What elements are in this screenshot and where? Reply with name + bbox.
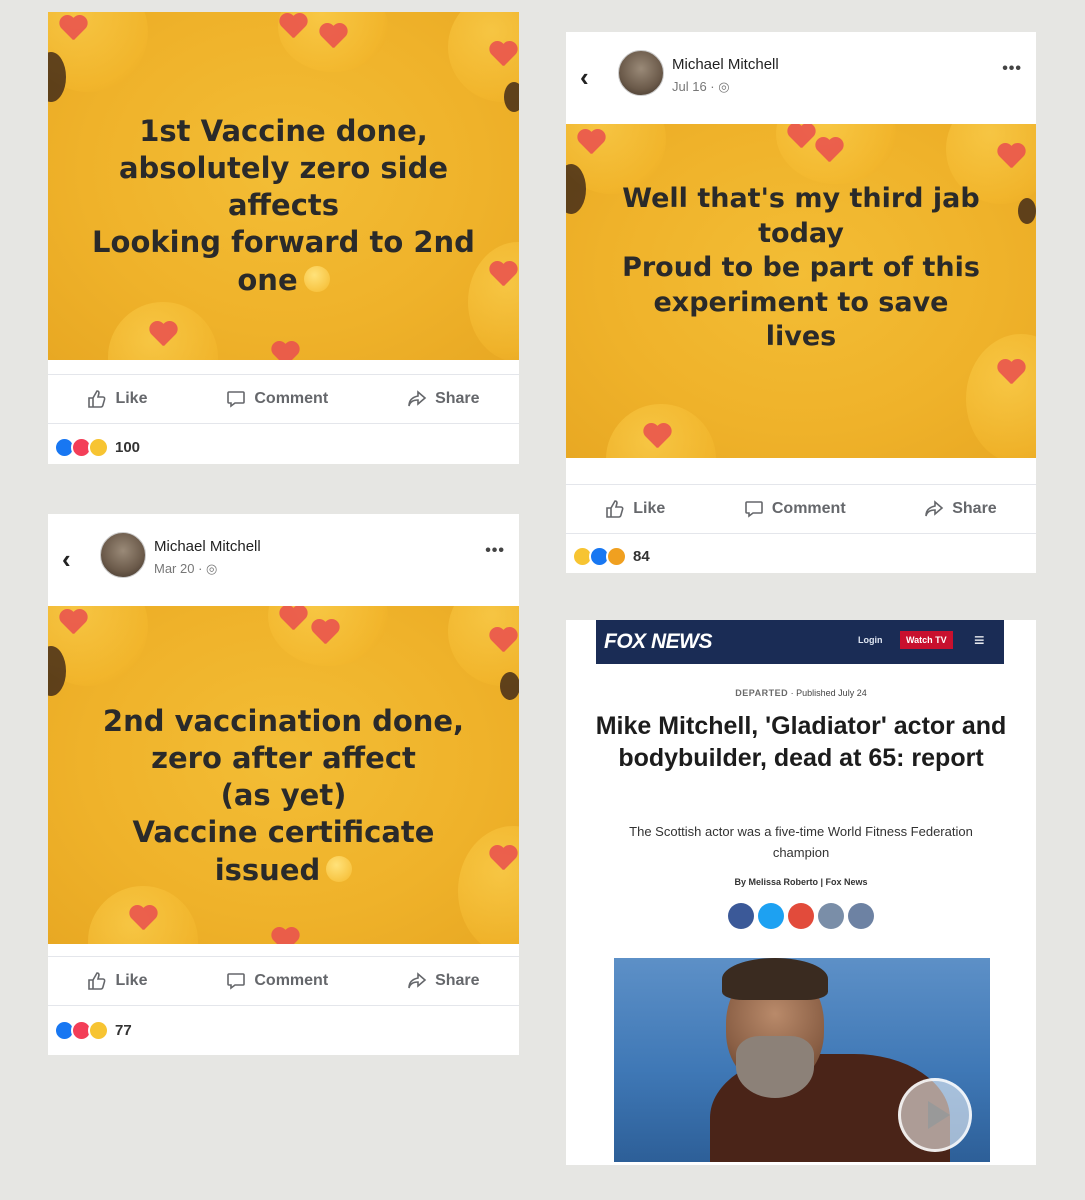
reaction-count: 84 xyxy=(633,548,650,565)
published-date: Published July 24 xyxy=(796,688,867,698)
heart-icon xyxy=(278,14,308,40)
share-button[interactable]: Share xyxy=(407,971,480,991)
wink-emoji-icon xyxy=(326,855,353,882)
post-image-1: 1st Vaccine done, absolutely zero side a… xyxy=(48,12,519,360)
like-button[interactable]: Like xyxy=(605,499,665,519)
post-date: Mar 20 · ◎ xyxy=(154,561,218,576)
twitter-share-icon[interactable] xyxy=(758,903,784,929)
comment-button[interactable]: Comment xyxy=(744,499,846,519)
heart-icon xyxy=(786,124,816,150)
heart-icon xyxy=(318,24,348,50)
comment-icon xyxy=(227,391,246,408)
heart-icon xyxy=(128,906,158,932)
post-text: Well that's my third jab today Proud to … xyxy=(622,183,980,353)
fox-news-logo[interactable]: FOX NEWS xyxy=(604,630,713,654)
heart-icon xyxy=(642,424,672,450)
comment-button[interactable]: Comment xyxy=(226,971,328,991)
post-actions: Like Comment Share xyxy=(48,374,519,424)
post-card-1: 1st Vaccine done, absolutely zero side a… xyxy=(48,12,519,464)
share-icon xyxy=(408,972,427,989)
thumbs-up-icon xyxy=(88,972,106,990)
heart-icon xyxy=(270,928,300,944)
thumbs-up-icon xyxy=(606,500,624,518)
reaction-count: 100 xyxy=(115,439,141,456)
heart-icon xyxy=(58,610,88,636)
heart-icon xyxy=(488,628,518,654)
back-icon[interactable]: ‹ xyxy=(62,544,71,575)
photo-figure xyxy=(736,1036,814,1098)
author-name[interactable]: Michael Mitchell xyxy=(672,56,779,73)
share-icon xyxy=(925,500,944,517)
reaction-summary[interactable]: 84 xyxy=(572,546,650,567)
article-photo[interactable] xyxy=(614,958,990,1162)
heart-icon xyxy=(996,360,1026,386)
more-options-icon[interactable]: ••• xyxy=(485,542,505,560)
reaction-summary[interactable]: 77 xyxy=(54,1020,132,1041)
article-byline: By Melissa Roberto | Fox News xyxy=(734,877,868,887)
article-meta: DEPARTED · Published July 24 xyxy=(735,688,867,698)
avatar[interactable] xyxy=(618,50,664,96)
heart-icon xyxy=(488,42,518,68)
play-video-icon[interactable] xyxy=(898,1078,972,1152)
author-name[interactable]: Michael Mitchell xyxy=(154,538,261,555)
flipboard-share-icon[interactable] xyxy=(788,903,814,929)
globe-icon: ◎ xyxy=(718,79,730,94)
thumbs-up-icon xyxy=(88,390,106,408)
article-headline: Mike Mitchell, 'Gladiator' actor and bod… xyxy=(595,712,1007,772)
share-button[interactable]: Share xyxy=(924,499,997,519)
reaction-count: 77 xyxy=(115,1022,132,1039)
back-icon[interactable]: ‹ xyxy=(580,62,589,93)
heart-icon xyxy=(814,138,844,164)
post-image-2: Well that's my third jab today Proud to … xyxy=(566,124,1036,458)
heart-icon xyxy=(310,620,340,646)
haha-reaction-icon xyxy=(606,546,627,567)
share-buttons xyxy=(566,903,1036,929)
post-header: ‹ Michael Mitchell Jul 16 · ◎ ••• xyxy=(566,32,1036,122)
post-card-2: ‹ Michael Mitchell Jul 16 · ◎ ••• Well t… xyxy=(566,32,1036,573)
like-button[interactable]: Like xyxy=(87,389,147,409)
smile-emoji-icon xyxy=(303,265,330,292)
heart-icon xyxy=(148,322,178,348)
heart-icon xyxy=(278,606,308,632)
globe-icon: ◎ xyxy=(206,561,218,576)
photo-figure xyxy=(722,958,828,1000)
hamburger-menu-icon[interactable]: ≡ xyxy=(974,630,985,651)
news-article-card: FOX NEWS Login Watch TV ≡ DEPARTED · Pub… xyxy=(566,620,1036,1165)
post-actions: Like Comment Share xyxy=(566,484,1036,534)
heart-icon xyxy=(270,342,300,360)
post-text: 2nd vaccination done, zero after affect … xyxy=(102,704,465,887)
comment-icon xyxy=(227,973,246,990)
post-image-3: 2nd vaccination done, zero after affect … xyxy=(48,606,519,944)
comment-icon xyxy=(745,501,763,518)
share-button[interactable]: Share xyxy=(407,389,480,409)
post-text: 1st Vaccine done, absolutely zero side a… xyxy=(92,114,475,297)
post-header: ‹ Michael Mitchell Mar 20 · ◎ ••• xyxy=(48,514,519,604)
reaction-summary[interactable]: 100 xyxy=(54,437,140,458)
email-icon[interactable] xyxy=(848,903,874,929)
facebook-share-icon[interactable] xyxy=(728,903,754,929)
like-button[interactable]: Like xyxy=(87,971,147,991)
heart-icon xyxy=(996,144,1026,170)
article-subhead: The Scottish actor was a five-time World… xyxy=(629,824,973,860)
sad-reaction-icon xyxy=(88,437,109,458)
post-card-3: ‹ Michael Mitchell Mar 20 · ◎ ••• 2nd va… xyxy=(48,514,519,1055)
fox-nav-bar: FOX NEWS Login Watch TV ≡ xyxy=(596,620,1004,664)
heart-icon xyxy=(58,16,88,42)
avatar[interactable] xyxy=(100,532,146,578)
print-icon[interactable] xyxy=(818,903,844,929)
post-actions: Like Comment Share xyxy=(48,956,519,1006)
section-label[interactable]: DEPARTED xyxy=(735,688,788,698)
share-icon xyxy=(408,390,427,407)
login-link[interactable]: Login xyxy=(858,635,883,645)
more-options-icon[interactable]: ••• xyxy=(1002,60,1022,78)
comment-button[interactable]: Comment xyxy=(226,389,328,409)
sad-reaction-icon xyxy=(88,1020,109,1041)
watch-tv-button[interactable]: Watch TV xyxy=(900,631,953,649)
heart-icon xyxy=(576,130,606,156)
post-date: Jul 16 · ◎ xyxy=(672,79,730,94)
